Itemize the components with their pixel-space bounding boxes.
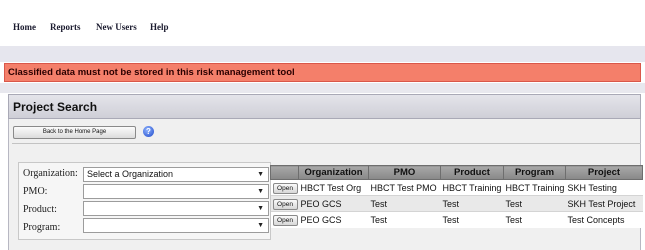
program-cell: Test [503,195,566,212]
dropdown-arrow-icon: ▼ [257,222,264,229]
pmo-select[interactable]: ▼ [83,184,269,199]
panel-header: Project Search [8,94,641,119]
column-header-action [270,165,299,180]
product-cell: Test [440,211,504,228]
product-label: Product: [23,204,57,215]
project-cell: SKH Test Project [565,195,643,212]
divider [12,143,641,144]
nav-help-link[interactable]: Help [150,22,169,32]
nav-reports-link[interactable]: Reports [50,22,81,32]
dropdown-arrow-icon: ▼ [257,205,264,212]
program-label: Program: [23,222,61,233]
pmo-cell: HBCT Test PMO [368,179,441,196]
organization-cell: PEO GCS [298,195,369,212]
help-circle-icon[interactable]: ? [143,126,154,137]
classified-warning-banner: Classified data must not be stored in th… [4,63,641,82]
open-button[interactable]: Open [272,182,298,194]
column-header-product[interactable]: Product [440,165,504,180]
project-cell: SKH Testing [565,179,643,196]
open-button[interactable]: Open [272,198,298,210]
nav-separator [0,46,645,62]
nav-new-users-link[interactable]: New Users [96,22,137,32]
action-cell: Open [270,211,299,228]
dropdown-arrow-icon: ▼ [257,171,264,178]
product-cell: Test [440,195,504,212]
program-select[interactable]: ▼ [83,218,269,233]
program-cell: HBCT Training [503,179,566,196]
table-row: Open HBCT Test Org HBCT Test PMO HBCT Tr… [270,179,643,196]
action-cell: Open [270,195,299,212]
table-row: Open PEO GCS Test Test Test SKH Test Pro… [270,195,643,212]
organization-cell: PEO GCS [298,211,369,228]
pmo-label: PMO: [23,186,48,197]
warning-message: Classified data must not be stored in th… [8,67,295,78]
back-to-home-button[interactable]: Back to the Home Page [13,126,136,139]
organization-label: Organization: [23,168,78,179]
organization-select-value: Select a Organization [87,169,174,179]
column-header-project[interactable]: Project [565,165,643,180]
open-button[interactable]: Open [272,214,298,226]
project-cell: Test Concepts [565,211,643,228]
product-cell: HBCT Training [440,179,504,196]
program-cell: Test [503,211,566,228]
project-results-table: Organization PMO Product Program Project… [270,165,643,228]
action-cell: Open [270,179,299,196]
organization-select[interactable]: Select a Organization ▼ [83,167,269,182]
table-row: Open PEO GCS Test Test Test Test Concept… [270,211,643,228]
organization-cell: HBCT Test Org [298,179,369,196]
column-header-organization[interactable]: Organization [298,165,369,180]
page-title: Project Search [13,100,98,114]
pmo-cell: Test [368,195,441,212]
column-header-pmo[interactable]: PMO [368,165,441,180]
table-header-row: Organization PMO Product Program Project [270,165,643,180]
product-select[interactable]: ▼ [83,201,269,216]
dropdown-arrow-icon: ▼ [257,188,264,195]
column-header-program[interactable]: Program [503,165,566,180]
banner-separator [0,83,645,93]
nav-home-link[interactable]: Home [13,22,36,32]
pmo-cell: Test [368,211,441,228]
